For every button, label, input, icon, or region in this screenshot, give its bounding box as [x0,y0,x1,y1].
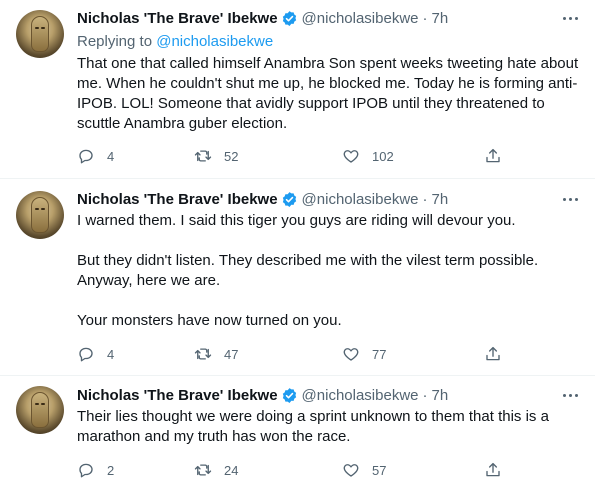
separator-dot: · [422,9,428,27]
avatar[interactable] [16,191,64,239]
avatar[interactable] [16,386,64,434]
verified-badge-icon [282,387,296,403]
separator-dot: · [422,190,428,208]
display-name[interactable]: Nicholas 'The Brave' Ibekwe [77,387,278,404]
share-icon [486,462,500,477]
verified-badge-icon [282,191,296,207]
timestamp[interactable]: 7h [432,387,449,404]
heart-icon [343,348,359,361]
tweet-header: Nicholas 'The Brave' Ibekwe @nicholasibe… [77,8,448,28]
tweet-header: Nicholas 'The Brave' Ibekwe @nicholasibe… [77,189,448,209]
like-button[interactable]: 57 [342,460,386,480]
retweet-icon [194,150,212,162]
tweet[interactable]: Nicholas 'The Brave' Ibekwe @nicholasibe… [0,179,595,375]
share-icon [486,346,500,361]
replying-to: Replying to @nicholasibekwe [77,33,273,50]
reply-icon [79,149,93,164]
share-icon [486,148,500,163]
reply-button[interactable]: 4 [77,344,114,364]
tweet[interactable]: Nicholas 'The Brave' Ibekwe @nicholasibe… [0,0,595,178]
handle[interactable]: @nicholasibekwe [302,387,419,404]
tweet-actions: 2 24 57 [77,460,507,480]
tweet-actions: 4 52 102 [77,146,507,166]
share-button[interactable] [484,344,502,364]
heart-icon [343,150,359,163]
tweet-paragraph: I warned them. I said this tiger you guy… [77,212,516,229]
retweet-count: 24 [224,462,239,478]
tweet-text: That one that called himself Anambra Son… [77,54,582,134]
retweet-count: 47 [224,346,239,362]
like-button[interactable]: 77 [342,344,386,364]
timestamp[interactable]: 7h [432,10,449,27]
more-options-icon[interactable] [561,190,579,208]
retweet-icon [194,464,212,476]
like-button[interactable]: 102 [342,146,394,166]
share-button[interactable] [484,460,502,480]
display-name[interactable]: Nicholas 'The Brave' Ibekwe [77,191,278,208]
tweet-paragraph: But they didn't listen. They described m… [77,252,539,289]
retweet-button[interactable]: 24 [194,460,238,480]
display-name[interactable]: Nicholas 'The Brave' Ibekwe [77,10,278,27]
share-button[interactable] [484,146,502,166]
reply-icon [79,347,93,362]
timestamp[interactable]: 7h [432,191,449,208]
tweet[interactable]: Nicholas 'The Brave' Ibekwe @nicholasibe… [0,376,595,484]
avatar[interactable] [16,10,64,58]
tweet-header: Nicholas 'The Brave' Ibekwe @nicholasibe… [77,385,448,405]
tweet-paragraph: That one that called himself Anambra Son… [77,55,579,132]
verified-badge-icon [282,10,296,26]
separator-dot: · [422,386,428,404]
reply-count: 4 [107,346,115,362]
tweet-paragraph: Your monsters have now turned on you. [77,312,342,329]
retweet-count: 52 [224,148,239,164]
reply-count: 2 [107,462,115,478]
like-count: 102 [372,148,394,164]
retweet-button[interactable]: 52 [194,146,238,166]
tweet-text: I warned them. I said this tiger you guy… [77,211,582,331]
like-count: 57 [372,462,387,478]
reply-count: 4 [107,148,115,164]
tweet-paragraph: Their lies thought we were doing a sprin… [77,408,549,445]
like-count: 77 [372,346,387,362]
reply-button[interactable]: 4 [77,146,114,166]
reply-icon [79,463,93,478]
reply-button[interactable]: 2 [77,460,114,480]
handle[interactable]: @nicholasibekwe [302,191,419,208]
retweet-icon [194,348,212,360]
retweet-button[interactable]: 47 [194,344,238,364]
tweet-text: Their lies thought we were doing a sprin… [77,407,582,447]
tweet-actions: 4 47 77 [77,344,507,364]
heart-icon [343,464,359,477]
more-options-icon[interactable] [561,9,579,27]
replying-to-label: Replying to [77,33,153,50]
more-options-icon[interactable] [561,386,579,404]
replying-to-handle[interactable]: @nicholasibekwe [156,33,273,50]
handle[interactable]: @nicholasibekwe [302,10,419,27]
